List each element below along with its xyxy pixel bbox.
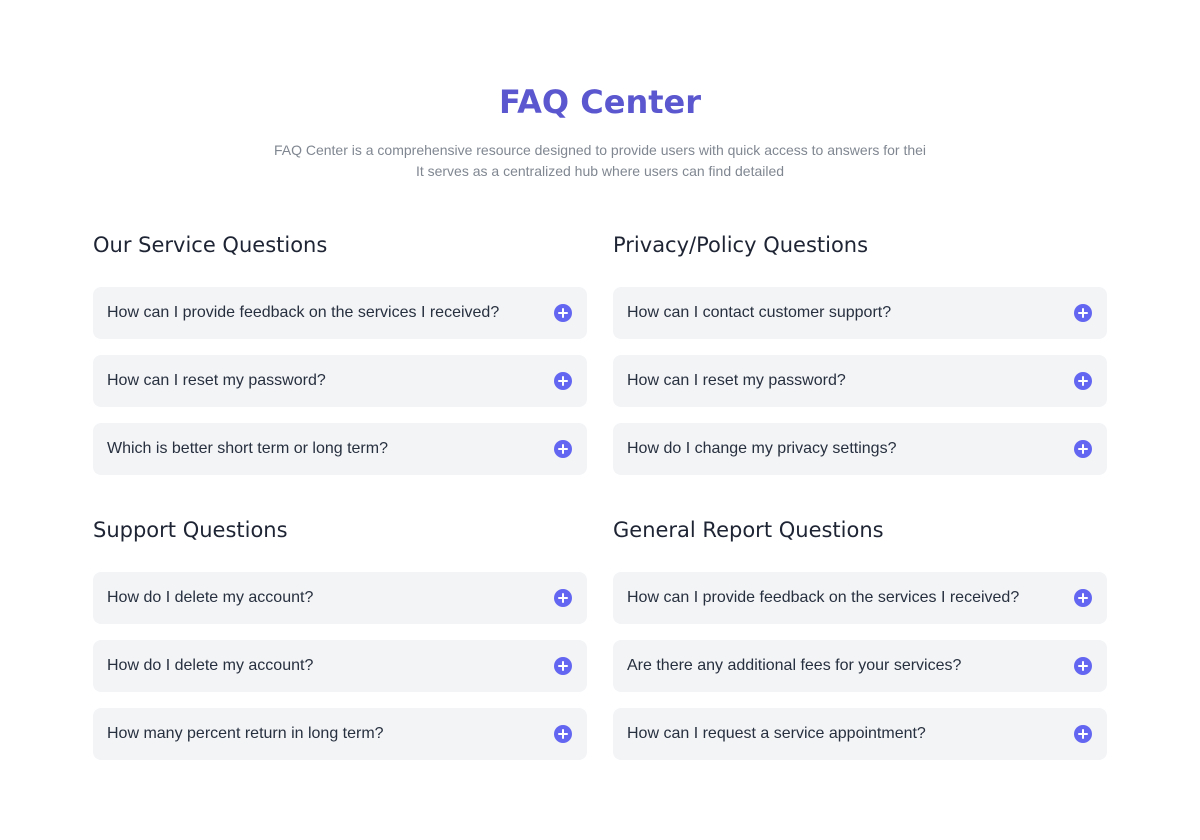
faq-item[interactable]: Are there any additional fees for your s… — [613, 640, 1107, 692]
faq-question: How can I provide feedback on the servic… — [627, 589, 1020, 606]
subtitle-line-2: It serves as a centralized hub where use… — [415, 163, 785, 179]
faq-question: How can I provide feedback on the servic… — [107, 304, 500, 321]
plus-circle-icon[interactable] — [554, 589, 572, 607]
plus-circle-icon[interactable] — [554, 304, 572, 322]
faq-item[interactable]: How can I contact customer support? — [613, 287, 1107, 339]
plus-circle-icon[interactable] — [1074, 657, 1092, 675]
section-title: Support Questions — [93, 518, 288, 542]
faq-question: How can I reset my password? — [107, 372, 326, 389]
plus-circle-icon[interactable] — [554, 440, 572, 458]
page-title: FAQ Center — [498, 83, 702, 121]
faq-question: How can I reset my password? — [627, 372, 846, 389]
faq-item[interactable]: Which is better short term or long term? — [93, 423, 587, 475]
faq-question: How can I contact customer support? — [627, 304, 892, 321]
faq-item[interactable]: How do I delete my account? — [93, 572, 587, 624]
faq-item[interactable]: How can I provide feedback on the servic… — [93, 287, 587, 339]
section-title: General Report Questions — [613, 518, 884, 542]
faq-item[interactable]: How can I provide feedback on the servic… — [613, 572, 1107, 624]
faq-page: FAQ Center FAQ Center is a comprehensive… — [0, 0, 1200, 840]
plus-circle-icon[interactable] — [554, 372, 572, 390]
section-our-service: Our Service Questions How can I provide … — [93, 231, 587, 475]
section-privacy-policy: Privacy/Policy Questions How can I conta… — [613, 231, 1107, 475]
faq-question: How do I delete my account? — [107, 589, 314, 606]
section-title: Our Service Questions — [93, 233, 328, 257]
faq-question: How do I delete my account? — [107, 657, 314, 674]
subtitle-line-1: FAQ Center is a comprehensive resource d… — [273, 142, 927, 158]
faq-item[interactable]: How do I change my privacy settings? — [613, 423, 1107, 475]
plus-circle-icon[interactable] — [1074, 304, 1092, 322]
faq-item[interactable]: How do I delete my account? — [93, 640, 587, 692]
page-subtitle: FAQ Center is a comprehensive resource d… — [0, 140, 1200, 182]
section-general-report: General Report Questions How can I provi… — [613, 516, 1107, 760]
plus-circle-icon[interactable] — [554, 657, 572, 675]
faq-question: How do I change my privacy settings? — [627, 440, 897, 457]
faq-question: Which is better short term or long term? — [107, 440, 388, 457]
faq-question: How can I request a service appointment? — [627, 725, 926, 742]
faq-question: Are there any additional fees for your s… — [627, 657, 962, 674]
faq-item[interactable]: How can I request a service appointment? — [613, 708, 1107, 760]
plus-circle-icon[interactable] — [1074, 440, 1092, 458]
faq-item[interactable]: How can I reset my password? — [93, 355, 587, 407]
plus-circle-icon[interactable] — [1074, 725, 1092, 743]
section-title: Privacy/Policy Questions — [613, 233, 869, 257]
faq-item[interactable]: How can I reset my password? — [613, 355, 1107, 407]
plus-circle-icon[interactable] — [1074, 589, 1092, 607]
faq-item[interactable]: How many percent return in long term? — [93, 708, 587, 760]
section-support: Support Questions How do I delete my acc… — [93, 516, 587, 760]
plus-circle-icon[interactable] — [554, 725, 572, 743]
faq-question: How many percent return in long term? — [107, 725, 384, 742]
plus-circle-icon[interactable] — [1074, 372, 1092, 390]
